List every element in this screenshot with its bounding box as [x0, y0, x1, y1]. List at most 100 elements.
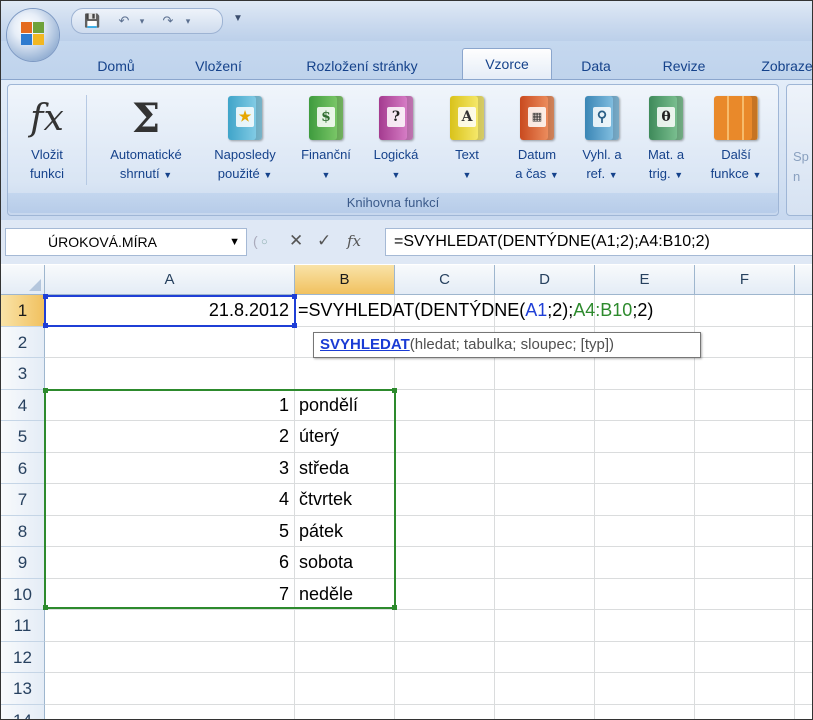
formula-ref-range: A4:B10: [573, 300, 633, 320]
row-header-10[interactable]: 10: [1, 578, 45, 610]
letter-book-icon: A: [450, 96, 484, 140]
fx-icon[interactable]: fx: [347, 228, 361, 254]
title-bar: 💾 ↶ ▾ ↷ ▾ ▼: [1, 1, 812, 41]
insert-function-button[interactable]: fx Vložit funkci: [12, 91, 82, 183]
insert-function-label-2: funkci: [30, 166, 64, 181]
gridline: [494, 295, 495, 719]
tab-page-layout[interactable]: Rozložení stránky: [283, 53, 441, 79]
tab-data[interactable]: Data: [567, 53, 625, 79]
row-header-6[interactable]: 6: [1, 452, 45, 484]
handle[interactable]: [392, 605, 397, 610]
chevron-down-icon: ▼: [391, 170, 401, 180]
customize-toolbar-icon[interactable]: ▼: [233, 13, 243, 24]
excel-window: 💾 ↶ ▾ ↷ ▾ ▼ Domů Vložení Rozložení strán…: [0, 0, 813, 720]
logical-button[interactable]: ? Logická ▼: [362, 91, 430, 185]
formula-part: ;2): [632, 300, 654, 320]
handle[interactable]: [392, 388, 397, 393]
chevron-down-icon: ▼: [163, 170, 173, 180]
enter-check-icon[interactable]: ✓: [317, 228, 331, 254]
text-label: Text: [455, 147, 479, 162]
insert-function-label-1: Vložit: [31, 147, 63, 162]
math-label-1: Mat. a: [647, 147, 685, 162]
office-button[interactable]: [7, 9, 59, 61]
row-header-9[interactable]: 9: [1, 547, 45, 579]
function-arguments: (hledat; tabulka; sloupec; [typ]): [409, 336, 615, 353]
column-header-b[interactable]: B: [295, 265, 395, 295]
chevron-down-icon: ▼: [608, 170, 618, 180]
reference-box-a4-b10: [43, 388, 397, 610]
column-header-e[interactable]: E: [595, 265, 695, 295]
row-header-2[interactable]: 2: [1, 326, 45, 358]
redo-dropdown-icon[interactable]: ▾: [180, 13, 196, 29]
date-time-label-2: a čas: [515, 166, 547, 181]
date-time-button[interactable]: ▦ Datum a čas ▼: [502, 91, 572, 185]
row-header-4[interactable]: 4: [1, 389, 45, 421]
column-header-d[interactable]: D: [495, 265, 595, 295]
formula-part: =SVYHLEDAT(DENTÝDNE(: [298, 300, 526, 320]
save-icon[interactable]: 💾: [84, 13, 100, 29]
select-all-button[interactable]: [1, 265, 45, 295]
gridline: [45, 640, 812, 642]
undo-icon[interactable]: ↶: [116, 13, 132, 29]
formula-bar: ÚROKOVÁ.MÍRA ▼ ( ○ ✕ ✓ fx =SVYHLEDAT(DEN…: [1, 220, 812, 264]
next-ribbon-group[interactable]: Sp n: [786, 84, 812, 216]
autosum-label-2: shrnutí: [119, 166, 160, 181]
cancel-icon[interactable]: ✕: [289, 228, 303, 254]
autosum-button[interactable]: Σ Automatické shrnutí ▼: [94, 91, 198, 185]
column-header-f[interactable]: F: [695, 265, 795, 295]
column-header-a[interactable]: A: [45, 265, 295, 295]
function-library-group: fx Vložit funkci Σ Automatické shrnutí ▼…: [7, 84, 779, 216]
tab-formulas[interactable]: Vzorce: [462, 48, 552, 80]
recently-used-button[interactable]: ★ Naposledy použité ▼: [200, 91, 290, 185]
cell-b1[interactable]: =SVYHLEDAT(DENTÝDNE(A1;2);A4:B10;2): [298, 295, 653, 326]
handle[interactable]: [292, 294, 297, 299]
handle[interactable]: [292, 323, 297, 328]
expand-icon[interactable]: (: [253, 228, 258, 254]
ribbon: fx Vložit funkci Σ Automatické shrnutí ▼…: [1, 79, 812, 221]
function-help-link[interactable]: SVYHLEDAT: [320, 336, 410, 353]
more-functions-button[interactable]: Další funkce ▼: [698, 91, 774, 185]
chevron-down-icon: ▼: [263, 170, 273, 180]
reference-box-a1: [43, 294, 297, 328]
row-header-11[interactable]: 11: [1, 610, 45, 642]
row-header-3[interactable]: 3: [1, 358, 45, 390]
formula-part: ;2);: [547, 300, 574, 320]
formula-ref-a1: A1: [525, 300, 548, 320]
tab-review[interactable]: Revize: [649, 53, 719, 79]
redo-icon[interactable]: ↷: [160, 13, 176, 29]
text-button[interactable]: A Text ▼: [436, 91, 498, 185]
handle[interactable]: [43, 605, 48, 610]
handle[interactable]: [43, 294, 48, 299]
theta-book-icon: θ: [649, 96, 683, 140]
undo-dropdown-icon[interactable]: ▾: [134, 13, 150, 29]
row-header-13[interactable]: 13: [1, 673, 45, 705]
math-trig-button[interactable]: θ Mat. a trig. ▼: [636, 91, 696, 185]
name-box[interactable]: ÚROKOVÁ.MÍRA ▼: [5, 228, 247, 256]
chevron-down-icon[interactable]: ▼: [229, 229, 240, 255]
autosum-label-1: Automatické: [110, 147, 182, 162]
math-label-2: trig.: [648, 166, 671, 181]
row-header-12[interactable]: 12: [1, 641, 45, 673]
tab-home[interactable]: Domů: [81, 53, 151, 79]
row-header-8[interactable]: 8: [1, 515, 45, 547]
next-group-label-1: Sp: [793, 149, 809, 164]
row-header-1[interactable]: 1: [1, 295, 45, 327]
handle[interactable]: [43, 388, 48, 393]
tab-insert[interactable]: Vložení: [181, 53, 256, 79]
magnifier-book-icon: ⚲: [585, 96, 619, 140]
lookup-reference-button[interactable]: ⚲ Vyhl. a ref. ▼: [572, 91, 632, 185]
formula-input[interactable]: =SVYHLEDAT(DENTÝDNE(A1;2);A4:B10;2): [385, 228, 812, 256]
financial-button[interactable]: $ Finanční ▼: [292, 91, 360, 185]
row-header-5[interactable]: 5: [1, 421, 45, 453]
row-header-14[interactable]: 14: [1, 704, 45, 719]
date-time-label-1: Datum: [517, 147, 557, 162]
column-header-c[interactable]: C: [395, 265, 495, 295]
chevron-down-icon: ▼: [549, 170, 559, 180]
more-functions-label-1: Další: [721, 147, 751, 162]
handle[interactable]: [43, 323, 48, 328]
star-book-icon: ★: [228, 96, 262, 140]
chevron-down-icon: ▼: [752, 170, 762, 180]
row-header-7[interactable]: 7: [1, 484, 45, 516]
tab-view[interactable]: Zobraze: [747, 53, 812, 79]
column-header-g[interactable]: [795, 265, 812, 295]
